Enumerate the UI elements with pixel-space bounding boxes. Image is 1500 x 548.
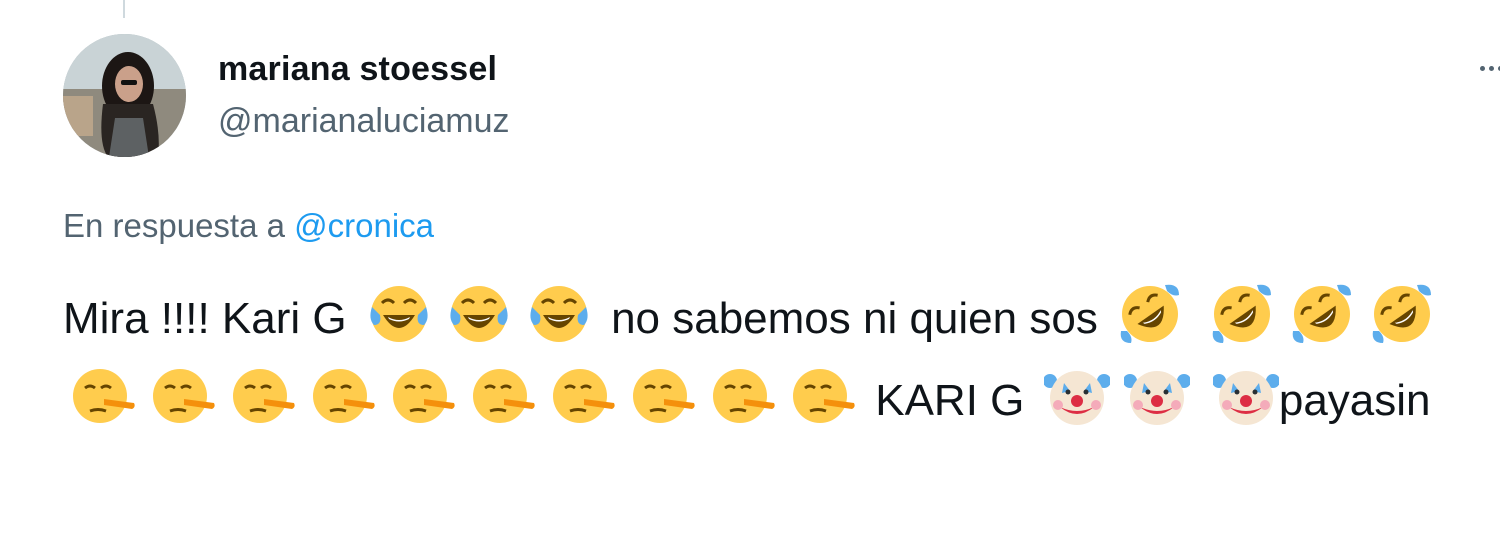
reply-prefix: En respuesta a (63, 207, 285, 244)
text-segment: Mira !!!! Kari G (63, 294, 347, 343)
lying-face-icon (310, 363, 376, 429)
more-options-icon[interactable] (1478, 58, 1500, 82)
text-segment: payasin (1278, 376, 1431, 425)
lying-face-icon (470, 363, 536, 429)
text-segment: no sabemos ni quien sos (611, 294, 1098, 343)
display-name[interactable]: mariana stoessel (218, 50, 497, 89)
lying-face-icon (710, 363, 776, 429)
rolling-on-floor-laughing-icon (1117, 281, 1183, 347)
rolling-on-floor-laughing-icon (1369, 281, 1435, 347)
lying-face-icon (630, 363, 696, 429)
avatar[interactable] (63, 34, 186, 157)
tweet[interactable]: mariana stoessel @marianaluciamuz En res… (0, 0, 1500, 548)
rolling-on-floor-laughing-icon (1209, 281, 1275, 347)
clown-face-icon (1212, 363, 1279, 429)
text-segment: KARI G (875, 376, 1025, 425)
clown-face-icon (1123, 363, 1190, 429)
lying-face-icon (390, 363, 456, 429)
face-with-tears-of-joy-icon (366, 281, 432, 347)
lying-face-icon (230, 363, 296, 429)
lying-face-icon (150, 363, 216, 429)
face-with-tears-of-joy-icon (446, 281, 512, 347)
user-handle[interactable]: @marianaluciamuz (218, 102, 510, 141)
tweet-text: Mira !!!! Kari G no sabemos ni quien sos… (63, 278, 1473, 442)
rolling-on-floor-laughing-icon (1289, 281, 1355, 347)
lying-face-icon (70, 363, 136, 429)
clown-face-icon (1043, 363, 1110, 429)
face-with-tears-of-joy-icon (526, 281, 592, 347)
lying-face-icon (550, 363, 616, 429)
lying-face-icon (790, 363, 856, 429)
reply-mention-link[interactable]: @cronica (294, 207, 434, 244)
reply-context: En respuesta a @cronica (63, 207, 434, 245)
